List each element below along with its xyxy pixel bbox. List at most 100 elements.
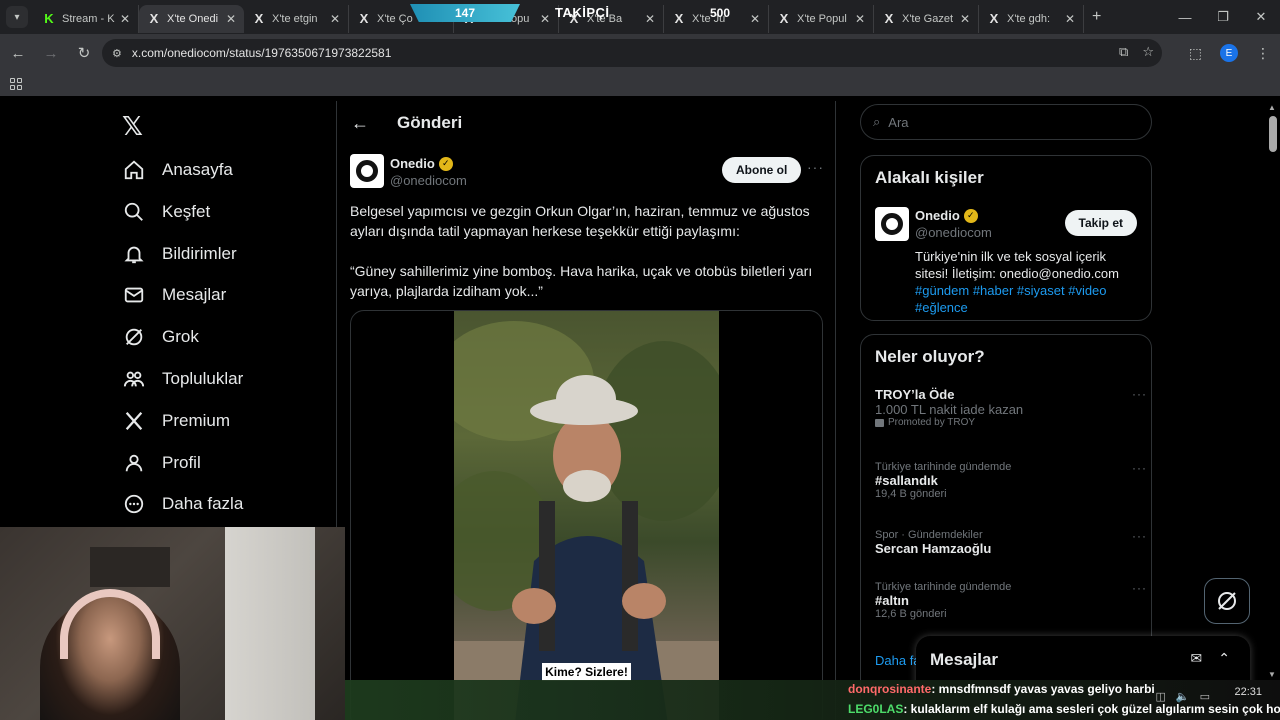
verified-badge-icon: ✓ [963,208,978,223]
nav-item-label: Profil [162,453,201,472]
tab-close-icon[interactable]: ✕ [226,12,236,26]
video-caption: Kime? Sizlere! [454,663,719,681]
new-tab-button[interactable]: + [1092,8,1101,26]
trend-item[interactable]: Türkiye tarihinde gündemde #altın 12,6 B… [875,581,1146,620]
browser-tab[interactable]: X X'te etgin ✕ [244,5,349,33]
promoted-by-text: Promoted by TROY [888,417,976,428]
tab-close-icon[interactable]: ✕ [960,12,970,26]
promoted-trend[interactable]: TROY’la Öde 1.000 TL nakit iade kazan Pr… [875,387,1146,428]
tab-title: X'te gdh: [1007,13,1051,25]
battery-icon[interactable]: ▭ [1200,690,1210,703]
address-bar[interactable]: ⚙ x.com/onediocom/status/197635067197382… [102,39,1162,67]
extensions-icon[interactable]: ⬚ [1189,45,1202,62]
nav-item-anasayfa[interactable]: Anasayfa [122,150,233,190]
trend-more-icon[interactable]: ··· [1132,529,1147,543]
expand-icon[interactable]: ⌃ [1218,650,1230,667]
stream-chat-overlay: donqrosinante: mnsdfmnsdf yavas yavas ge… [345,680,1280,720]
window-controls: — ❐ ✕ [1166,0,1280,34]
nav-item-bildirimler[interactable]: Bildirimler [122,234,237,274]
trend-count: 12,6 B gönderi [875,608,947,620]
network-icon[interactable]: ◫ [1155,690,1165,703]
show-more-link[interactable]: Daha fa [875,653,921,668]
trend-item[interactable]: Türkiye tarihinde gündemde #sallandık 19… [875,461,1146,500]
bell-icon [122,242,146,266]
url-text: x.com/onediocom/status/19763506719738225… [131,46,392,60]
author-handle[interactable]: @onediocom [390,173,467,188]
chat-message: donqrosinante: mnsdfmnsdf yavas yavas ge… [848,682,1155,696]
post-media[interactable]: Kime? Sizlere! [350,310,823,720]
trend-item[interactable]: Spor · Gündemdekiler Sercan Hamzaoğlu ··… [875,529,1146,556]
nav-item-mesajlar[interactable]: Mesajlar [122,275,226,315]
author-name-link[interactable]: Onedio ✓ [390,156,453,171]
more-options-icon[interactable]: ··· [807,159,824,175]
webcam-background [90,547,170,587]
maximize-icon[interactable]: ❐ [1204,0,1242,34]
browser-tab[interactable]: X X'te Gazet ✕ [874,5,979,33]
promoted-label: Promoted by TROY [875,417,1139,428]
scroll-down-icon[interactable]: ▼ [1268,670,1276,679]
follower-goal: 500 [710,6,731,20]
back-icon[interactable]: ← [3,38,33,68]
grok-icon [1218,592,1236,610]
video-player[interactable]: Kime? Sizlere! [454,311,719,720]
browser-menu-icon[interactable]: ⋮ [1256,45,1270,62]
related-name-link[interactable]: Onedio ✓ [915,208,978,223]
x-icon: X [779,11,789,26]
tab-search-button[interactable]: ▾ [6,6,28,28]
install-app-icon[interactable]: ⧉ [1119,44,1128,60]
scroll-up-icon[interactable]: ▲ [1268,103,1276,112]
minimize-icon[interactable]: — [1166,0,1204,34]
author-avatar[interactable] [350,154,384,188]
tab-close-icon[interactable]: ✕ [330,12,340,26]
browser-tab[interactable]: K Stream - K ✕ [34,5,139,33]
nav-item-topluluklar[interactable]: Topluluklar [122,359,243,399]
nav-item-grok[interactable]: Grok [122,317,199,357]
search-box[interactable]: ⌕ [860,104,1152,140]
taskbar-clock[interactable]: 22:31 [1234,686,1262,698]
related-people-card: Alakalı kişiler Onedio ✓ @onediocom Taki… [860,155,1152,321]
nav-item-premium[interactable]: Premium [122,401,230,441]
tab-close-icon[interactable]: ✕ [120,12,130,26]
post-paragraph-2: “Güney sahillerimiz yine bomboş. Hava ha… [350,263,813,299]
page-scrollbar[interactable]: ▲ ▼ [1266,101,1280,681]
scroll-thumb[interactable] [1269,116,1277,152]
trend-more-icon[interactable]: ··· [1132,461,1147,475]
post-paragraph-1: Belgesel yapımcısı ve gezgin Orkun Olgar… [350,203,810,239]
close-window-icon[interactable]: ✕ [1242,0,1280,34]
related-hashtags[interactable]: #gündem #haber #siyaset #video #eğlence [915,283,1107,315]
bookmark-star-icon[interactable]: ☆ [1142,44,1154,60]
apps-grid-icon[interactable] [10,78,22,90]
subscribe-button[interactable]: Abone ol [722,157,802,183]
trend-context: Türkiye tarihinde gündemde [875,461,1012,473]
related-bio: Türkiye'nin ilk ve tek sosyal içerik sit… [915,248,1141,316]
related-handle[interactable]: @onediocom [915,225,992,240]
related-avatar[interactable] [875,207,909,241]
tab-close-icon[interactable]: ✕ [1065,12,1075,26]
profile-avatar[interactable]: E [1220,44,1238,62]
forward-icon[interactable]: → [36,38,66,68]
nav-item-daha-fazla[interactable]: Daha fazla [122,484,243,524]
grok-button[interactable] [1204,578,1250,624]
nav-item-profil[interactable]: Profil [122,443,201,483]
related-bio-text: Türkiye'nin ilk ve tek sosyal içerik sit… [915,249,1119,281]
nav-item-keşfet[interactable]: Keşfet [122,192,210,232]
trend-more-icon[interactable]: ··· [1132,581,1147,595]
trend-more-icon[interactable]: ··· [1132,387,1147,401]
related-name: Onedio [915,208,960,223]
back-arrow-icon[interactable]: ← [351,113,375,134]
browser-tab[interactable]: X X'te Onedi ✕ [139,5,244,33]
tab-title: X'te Popul [797,13,847,25]
video-caption-text: Kime? Sizlere! [542,663,631,681]
browser-tab[interactable]: X X'te Popul ✕ [769,5,874,33]
promo-name: TROY’la Öde [875,387,955,402]
tab-close-icon[interactable]: ✕ [855,12,865,26]
nav-item-label: Bildirimler [162,244,237,263]
volume-icon[interactable]: 🔈 [1176,690,1190,703]
search-input[interactable] [888,114,1129,130]
follow-button[interactable]: Takip et [1064,210,1137,236]
new-message-icon[interactable]: ✉ [1191,650,1203,667]
x-logo-icon[interactable]: 𝕏 [122,111,143,142]
site-settings-icon[interactable]: ⚙ [112,47,122,60]
browser-tab[interactable]: X X'te gdh: ✕ [979,5,1084,33]
reload-icon[interactable]: ↻ [69,38,99,68]
